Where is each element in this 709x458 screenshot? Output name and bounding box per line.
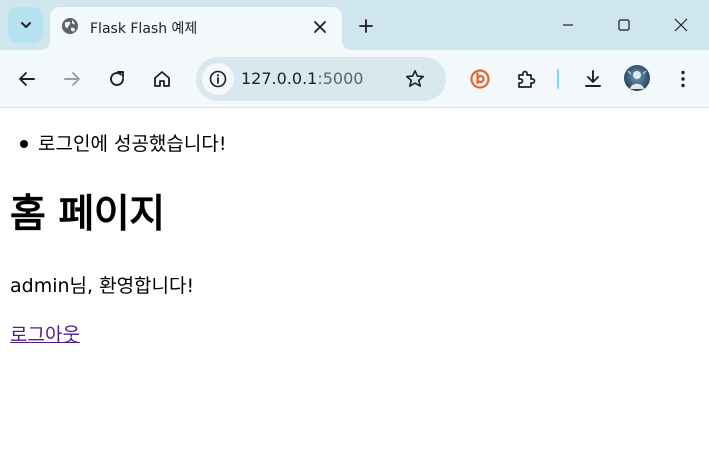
address-bar[interactable]: 127.0.0.1:5000 bbox=[196, 57, 446, 101]
minimize-icon bbox=[563, 24, 573, 26]
globe-icon bbox=[62, 18, 78, 34]
arrow-right-icon bbox=[64, 72, 80, 86]
close-window-button[interactable] bbox=[658, 6, 704, 44]
close-icon bbox=[314, 21, 326, 33]
reload-icon bbox=[110, 71, 124, 86]
new-tab-button[interactable] bbox=[352, 12, 380, 40]
home-button[interactable] bbox=[146, 63, 178, 95]
url-port: :5000 bbox=[317, 69, 364, 88]
maximize-icon bbox=[618, 19, 630, 31]
extensions-button[interactable] bbox=[510, 63, 542, 95]
site-info-button[interactable] bbox=[202, 63, 234, 95]
page-content: 로그인에 성공했습니다! 홈 페이지 admin님, 환영합니다! 로그아웃 bbox=[0, 109, 709, 458]
url-text[interactable]: 127.0.0.1:5000 bbox=[241, 69, 363, 88]
maximize-button[interactable] bbox=[601, 6, 647, 44]
forward-button[interactable] bbox=[56, 63, 88, 95]
home-icon bbox=[154, 71, 170, 87]
browser-menu-button[interactable] bbox=[667, 63, 699, 95]
arrow-left-icon bbox=[19, 72, 35, 86]
tab-strip: Flask Flash 예제 bbox=[0, 0, 709, 50]
minimize-button[interactable] bbox=[545, 6, 591, 44]
tab-close-button[interactable] bbox=[308, 15, 332, 39]
flash-message-text: 로그인에 성공했습니다! bbox=[38, 133, 227, 155]
browser-tab[interactable]: Flask Flash 예제 bbox=[40, 7, 352, 50]
tab-search-button[interactable] bbox=[8, 7, 43, 43]
flash-message: 로그인에 성공했습니다! bbox=[20, 132, 227, 156]
b-extension-icon bbox=[470, 69, 490, 89]
tab-title: Flask Flash 예제 bbox=[90, 21, 198, 37]
welcome-message: admin님, 환영합니다! bbox=[10, 275, 195, 297]
list-bullet bbox=[20, 140, 28, 148]
kebab-menu-icon bbox=[681, 70, 685, 88]
page-title: 홈 페이지 bbox=[10, 192, 165, 237]
info-icon bbox=[209, 70, 227, 88]
close-icon bbox=[674, 18, 688, 32]
avatar[interactable] bbox=[624, 65, 650, 91]
bookmark-button[interactable] bbox=[402, 66, 428, 92]
chevron-down-icon bbox=[20, 22, 31, 28]
download-icon bbox=[585, 70, 601, 87]
flash-message-list: 로그인에 성공했습니다! bbox=[20, 132, 227, 156]
url-host: 127.0.0.1 bbox=[241, 69, 318, 88]
back-button[interactable] bbox=[11, 63, 43, 95]
b-extension-button[interactable] bbox=[464, 63, 496, 95]
plus-icon bbox=[359, 19, 373, 33]
star-icon bbox=[406, 70, 424, 87]
browser-toolbar: 127.0.0.1:5000 bbox=[0, 50, 709, 108]
profile-picture bbox=[627, 70, 647, 89]
toolbar-separator bbox=[557, 69, 559, 89]
logout-link[interactable]: 로그아웃 bbox=[10, 322, 80, 348]
reload-button[interactable] bbox=[101, 63, 133, 95]
downloads-button[interactable] bbox=[577, 63, 609, 95]
puzzle-icon bbox=[518, 70, 536, 88]
